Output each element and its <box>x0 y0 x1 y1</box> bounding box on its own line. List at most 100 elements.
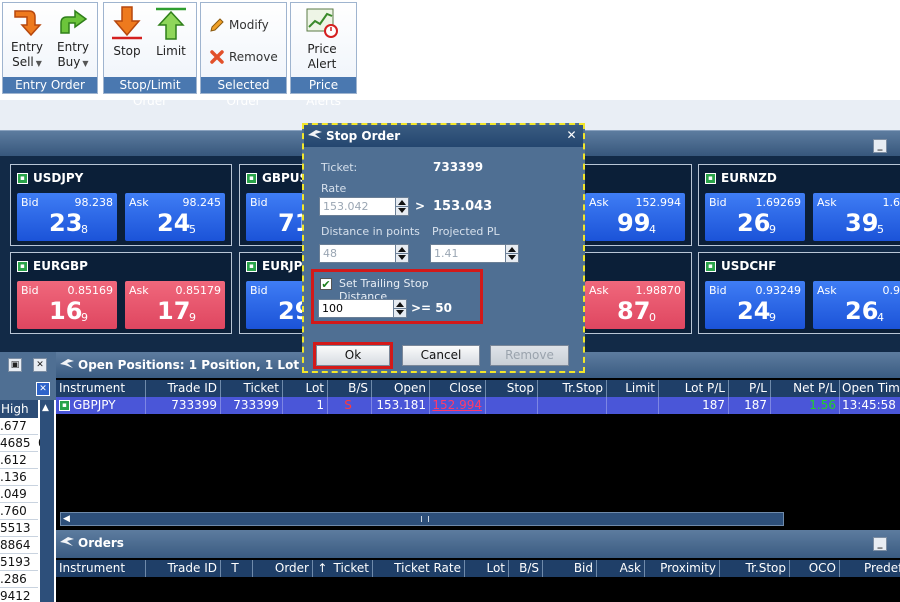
instrument-flag-icon: ▪ <box>705 172 716 184</box>
col-predef[interactable]: Predef <box>840 560 900 577</box>
price-alert-button[interactable]: Price Alert <box>305 5 339 72</box>
bid-rate: 0.93249 <box>755 284 802 297</box>
entry-sell-button[interactable]: Entry Sell ▼ <box>11 5 43 71</box>
cell-tr-stop[interactable] <box>538 397 607 414</box>
trailing-stop-spinner[interactable] <box>393 299 407 318</box>
bid-rate: 0.85169 <box>67 284 114 297</box>
col-ticket[interactable]: ↑ Ticket <box>313 560 373 577</box>
rate-spinner[interactable] <box>395 197 409 216</box>
bid-quote-button[interactable]: Bid 0.85169 16 9 <box>17 281 117 329</box>
col-ticket[interactable]: Ticket <box>221 380 283 397</box>
bid-quote-button[interactable]: Bid 98.238 23 8 <box>17 193 117 241</box>
rate-card-eurnzd[interactable]: ▪ EURNZD Bid 1.69269 26 9 Ask 1.6939 39 5 <box>698 164 900 246</box>
stop-order-dialog: Stop Order ✕ Ticket: 733399 Rate > 153.0… <box>302 123 585 373</box>
col-tr-stop[interactable]: Tr.Stop <box>538 380 607 397</box>
col-ask[interactable]: Ask <box>597 560 645 577</box>
col-trade-id[interactable]: Trade ID <box>146 560 221 577</box>
distance-input[interactable] <box>319 244 398 263</box>
ok-button[interactable]: Ok <box>316 345 390 366</box>
rate-input[interactable] <box>319 197 398 216</box>
bid-quote-button[interactable]: Bid 0.93249 24 9 <box>705 281 805 329</box>
close-window-icon[interactable]: ✕ <box>33 358 47 372</box>
col-bid[interactable]: Bid <box>543 560 597 577</box>
card-symbol: EURJP <box>262 259 303 273</box>
high-cell: 5193 <box>0 554 38 571</box>
bid-pip-digit: 9 <box>769 223 776 236</box>
col-type[interactable]: T <box>221 560 253 577</box>
col-order[interactable]: Order <box>253 560 313 577</box>
cell-stop[interactable] <box>486 397 538 414</box>
limit-arrow-icon <box>156 7 186 40</box>
close-icon[interactable]: ✕ <box>565 129 578 142</box>
col-bs[interactable]: B/S <box>509 560 543 577</box>
restore-window-icon[interactable]: ▣ <box>8 358 22 372</box>
col-ticket-rate[interactable]: Ticket Rate <box>373 560 465 577</box>
limit-button[interactable]: Limit <box>154 5 188 59</box>
scroll-thumb-grip-icon[interactable] <box>421 516 429 522</box>
rate-card-eurgbp[interactable]: ▪ EURGBP Bid 0.85169 16 9 Ask 0.85179 17 … <box>10 252 232 334</box>
col-lot[interactable]: Lot <box>283 380 328 397</box>
orders-minimize-button[interactable]: _ <box>873 537 887 551</box>
card-header: ▪ EURNZD <box>705 171 777 185</box>
remove-button[interactable]: Remove <box>209 49 278 65</box>
ask-label: Ask <box>589 196 609 209</box>
col-tr-stop[interactable]: Tr.Stop <box>720 560 790 577</box>
cell-limit[interactable] <box>607 397 659 414</box>
bid-quote-button[interactable]: Bid 1.69269 26 9 <box>705 193 805 241</box>
col-instrument[interactable]: Instrument <box>56 560 146 577</box>
col-trade-id[interactable]: Trade ID <box>146 380 221 397</box>
col-pl[interactable]: P/L <box>729 380 771 397</box>
cancel-button[interactable]: Cancel <box>402 345 480 366</box>
stop-button[interactable]: Stop <box>110 5 144 59</box>
vertical-scrollbar[interactable]: ▲ <box>40 400 54 602</box>
instrument-flag-icon: ▪ <box>246 260 257 272</box>
cell-close[interactable]: 152.994 <box>430 397 486 414</box>
distance-spinner[interactable] <box>395 244 409 263</box>
scroll-up-icon[interactable]: ▲ <box>42 403 49 413</box>
col-net-pl[interactable]: Net P/L <box>771 380 840 397</box>
distance-label: Distance in points <box>321 225 420 238</box>
entry-buy-arrow-icon <box>60 9 88 34</box>
col-stop[interactable]: Stop <box>486 380 538 397</box>
rates-minimize-button[interactable]: _ <box>873 139 887 153</box>
col-bs[interactable]: B/S <box>328 380 372 397</box>
bid-big-digits: 16 <box>49 297 83 325</box>
bid-big-digits: 23 <box>49 209 83 237</box>
ask-label: Ask <box>817 196 837 209</box>
col-open-time[interactable]: Open Time <box>840 380 900 397</box>
trailing-stop-checkbox[interactable]: ✔ <box>320 278 332 290</box>
table-row[interactable]: ▪ GBPJPY 733399 733399 1 S 153.181 152.99… <box>56 397 900 414</box>
ask-quote-button[interactable]: Ask 152.994 99 4 <box>585 193 685 241</box>
col-open[interactable]: Open <box>372 380 430 397</box>
remove-label: Remove <box>229 50 278 64</box>
ask-quote-button[interactable]: Ask 0.85179 17 9 <box>125 281 225 329</box>
projected-pl-spinner[interactable] <box>505 244 519 263</box>
modify-button[interactable]: Modify <box>209 17 269 33</box>
projected-pl-label: Projected PL <box>432 225 500 238</box>
horizontal-scrollbar[interactable]: ◀ <box>60 512 784 526</box>
dialog-title: Stop Order <box>326 129 401 143</box>
col-close[interactable]: Close <box>430 380 486 397</box>
stop-arrow-icon <box>112 6 142 40</box>
entry-buy-button[interactable]: Entry Buy ▼ <box>57 5 89 71</box>
card-header: ▪ EURJP <box>246 259 302 273</box>
ask-quote-button[interactable]: Ask 0.9326 26 4 <box>813 281 900 329</box>
col-oco[interactable]: OCO <box>790 560 840 577</box>
trailing-stop-input[interactable] <box>318 299 394 318</box>
projected-pl-input[interactable] <box>430 244 507 263</box>
col-lot-pl[interactable]: Lot P/L <box>659 380 729 397</box>
rate-card-usdchf[interactable]: ▪ USDCHF Bid 0.93249 24 9 Ask 0.9326 26 4 <box>698 252 900 334</box>
sort-up-icon: ↑ <box>317 561 328 575</box>
col-lot[interactable]: Lot <box>465 560 509 577</box>
ask-quote-button[interactable]: Ask 1.98870 87 0 <box>585 281 685 329</box>
col-limit[interactable]: Limit <box>607 380 659 397</box>
rate-card-usdjpy[interactable]: ▪ USDJPY Bid 98.238 23 8 Ask 98.245 24 5 <box>10 164 232 246</box>
entry-sell-line1: Entry <box>11 40 43 54</box>
ask-quote-button[interactable]: Ask 1.6939 39 5 <box>813 193 900 241</box>
ask-big-digits: 87 <box>617 297 651 325</box>
col-proximity[interactable]: Proximity <box>645 560 720 577</box>
scroll-left-icon[interactable]: ◀ <box>63 513 70 525</box>
ask-quote-button[interactable]: Ask 98.245 24 5 <box>125 193 225 241</box>
col-instrument[interactable]: Instrument <box>56 380 146 397</box>
close-panel-icon[interactable]: ✕ <box>36 382 50 396</box>
